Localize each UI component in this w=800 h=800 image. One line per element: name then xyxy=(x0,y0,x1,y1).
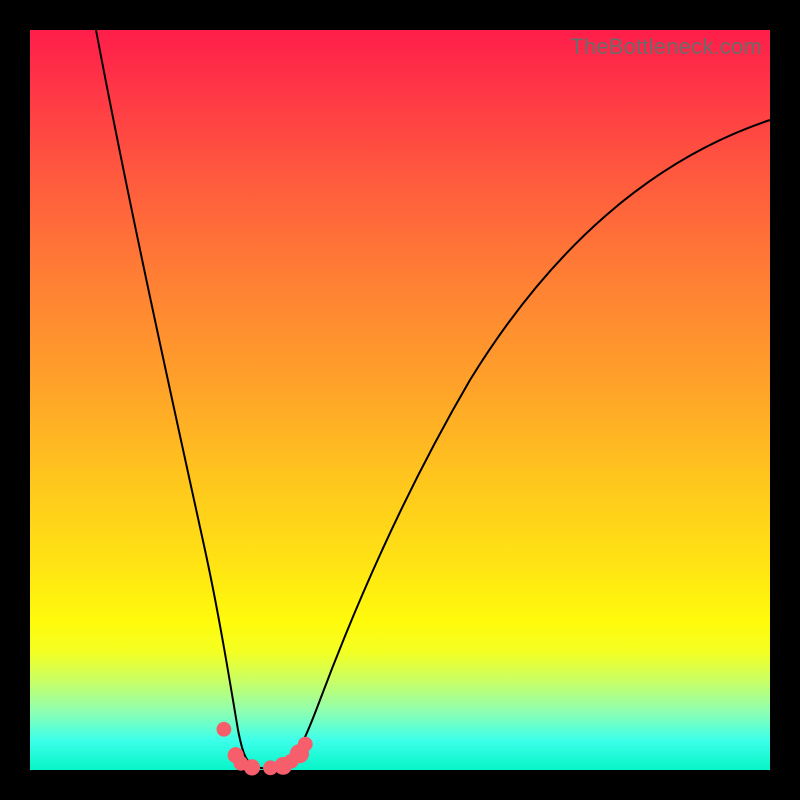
curve-layer xyxy=(30,30,770,770)
marker-group xyxy=(217,722,313,776)
data-marker xyxy=(217,722,232,737)
data-marker xyxy=(244,759,260,775)
bottleneck-curve xyxy=(96,30,770,769)
plot-area: TheBottleneck.com xyxy=(30,30,770,770)
chart-frame: TheBottleneck.com xyxy=(0,0,800,800)
data-marker xyxy=(298,737,313,752)
